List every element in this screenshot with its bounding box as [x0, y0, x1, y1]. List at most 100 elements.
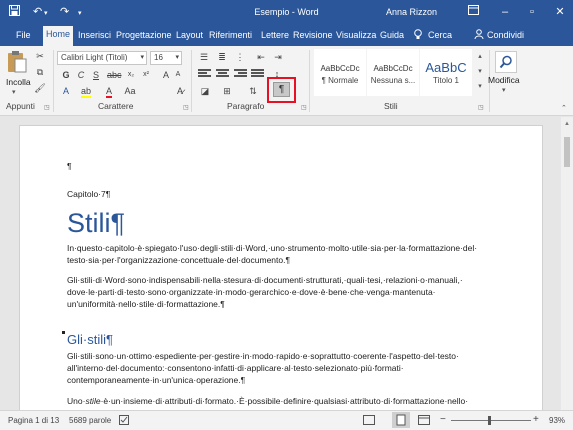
minimize-icon[interactable]: – — [495, 4, 515, 20]
paste-button[interactable]: Incolla — [6, 77, 31, 87]
ribbon-home: Incolla ▾ ✂ ⧉ 🖌 Appunti ◳ Calibri Light … — [0, 46, 573, 116]
zoom-out-icon[interactable]: − — [440, 414, 446, 425]
underline-icon[interactable]: S — [89, 68, 103, 82]
empty-paragraph-mark: ¶ — [67, 161, 72, 171]
subscript-icon[interactable]: x₂ — [124, 68, 138, 82]
bullets-icon[interactable]: ☰ — [197, 50, 211, 64]
tab-references[interactable]: Riferimenti — [209, 29, 252, 42]
style-preview: AaBbCcDc — [373, 64, 413, 73]
change-case-icon[interactable]: Aa — [123, 84, 137, 98]
chevron-down-icon[interactable]: ▾ — [502, 86, 506, 94]
dialog-launcher-icon[interactable]: ◳ — [478, 104, 484, 111]
dialog-launcher-icon[interactable]: ◳ — [44, 104, 50, 111]
text-run: Uno· — [67, 396, 86, 406]
chevron-down-icon[interactable]: ▾ — [175, 52, 179, 64]
style-normal[interactable]: AaBbCcDc ¶ Normale — [314, 49, 366, 96]
zoom-slider[interactable] — [451, 420, 531, 421]
font-color-icon[interactable]: A — [102, 84, 116, 98]
increase-indent-icon[interactable]: ⇥ — [271, 50, 285, 64]
ribbon-display-icon[interactable] — [463, 4, 483, 20]
zoom-level[interactable]: 93% — [549, 416, 565, 425]
bold-icon[interactable]: G — [59, 68, 73, 82]
web-layout-icon[interactable] — [418, 415, 430, 427]
styles-scroll-icon[interactable]: ▴ ▾ ▾ — [474, 49, 486, 96]
tab-mailings[interactable]: Lettere — [261, 29, 289, 42]
zoom-slider-thumb[interactable] — [488, 416, 491, 425]
cut-icon[interactable]: ✂ — [33, 49, 47, 63]
chapter-line: Capitolo·7¶ — [67, 189, 111, 199]
style-name: Nessuna s... — [370, 76, 416, 85]
font-size-dropdown[interactable]: 16 ▾ — [150, 51, 182, 65]
paste-dropdown-icon[interactable]: ▾ — [12, 88, 16, 96]
text-run: ·è·un·insieme·di·attributi·di·formato.·È… — [100, 396, 469, 406]
align-right-icon[interactable] — [234, 69, 247, 80]
paragraph-line: all'interno·del·documento:·consentono·in… — [67, 363, 404, 373]
align-center-icon[interactable] — [216, 69, 229, 80]
clipboard-group-label: Appunti — [6, 101, 35, 111]
tab-help[interactable]: Guida — [380, 29, 404, 42]
justify-icon[interactable] — [251, 69, 264, 80]
scroll-up-icon[interactable]: ▲ — [564, 121, 570, 127]
word-window: { "titlebar":{"title":"Esempio - Word","… — [0, 0, 573, 430]
tab-home[interactable]: Home — [43, 26, 74, 46]
scrollbar-thumb[interactable] — [564, 137, 570, 167]
style-no-spacing[interactable]: AaBbCcDc Nessuna s... — [367, 49, 419, 96]
sort-icon[interactable]: ⇅ — [246, 84, 260, 98]
font-size-value: 16 — [154, 53, 163, 62]
strikethrough-icon[interactable]: abc — [107, 68, 122, 82]
shading-icon[interactable]: ◪ — [198, 84, 212, 98]
share-button[interactable]: Condividi — [487, 29, 524, 42]
chevron-down-icon[interactable]: ▾ — [140, 52, 144, 64]
style-name: ¶ Normale — [321, 76, 359, 85]
lightbulb-icon — [414, 29, 422, 44]
style-name: Titolo 1 — [433, 76, 459, 85]
italic-icon[interactable]: C — [74, 68, 88, 82]
tab-view[interactable]: Visualizza — [336, 29, 376, 42]
proofing-icon[interactable] — [119, 415, 130, 427]
dialog-launcher-icon[interactable]: ◳ — [183, 104, 189, 111]
paragraph-line: dove·le·parti·di·testo·sono·organizzate·… — [67, 287, 436, 297]
tab-design[interactable]: Progettazione — [116, 29, 172, 42]
clear-formatting-icon[interactable]: A̷ — [173, 84, 187, 98]
keep-with-next-marker — [62, 331, 65, 334]
page[interactable]: ¶ Capitolo·7¶ Stili¶ In·questo·capitolo·… — [19, 125, 543, 425]
copy-icon[interactable]: ⧉ — [33, 65, 47, 79]
print-layout-view-icon[interactable] — [392, 412, 410, 428]
vertical-scrollbar[interactable]: ▲ — [561, 117, 573, 410]
clipboard-paste-icon[interactable] — [6, 50, 28, 73]
numbering-icon[interactable]: ≣ — [215, 50, 229, 64]
dialog-launcher-icon[interactable]: ◳ — [301, 104, 307, 111]
multilevel-list-icon[interactable]: ⋮ — [233, 50, 247, 64]
align-left-icon[interactable] — [198, 69, 211, 80]
borders-icon[interactable]: ⊞ — [220, 84, 234, 98]
user-name[interactable]: Anna Rizzon — [386, 7, 437, 17]
superscript-icon[interactable]: x² — [139, 68, 153, 82]
shrink-font-icon[interactable]: A — [171, 68, 185, 82]
format-painter-icon[interactable]: 🖌 — [33, 81, 47, 95]
font-name-dropdown[interactable]: Calibri Light (Titoli) ▾ — [57, 51, 147, 65]
share-icon — [474, 29, 484, 43]
close-icon[interactable]: ✕ — [550, 4, 570, 20]
focus-mode-icon[interactable] — [363, 415, 375, 427]
highlight-icon[interactable]: ab — [79, 84, 93, 98]
show-hide-marks-button[interactable]: ¶ — [273, 82, 290, 97]
collapse-ribbon-icon[interactable]: ⌃ — [561, 104, 567, 112]
zoom-in-icon[interactable]: + — [533, 414, 539, 425]
word-count[interactable]: 5689 parole — [69, 416, 111, 425]
styles-group-label: Stili — [384, 101, 398, 111]
search-icon[interactable] — [495, 51, 517, 73]
tell-me-search[interactable]: Cerca — [428, 29, 452, 42]
style-preview: AaBbCcDc — [320, 64, 360, 73]
text-effects-icon[interactable]: A — [59, 84, 73, 98]
tab-layout[interactable]: Layout — [176, 29, 203, 42]
tab-review[interactable]: Revisione — [293, 29, 333, 42]
tab-insert[interactable]: Inserisci — [78, 29, 111, 42]
separator — [53, 50, 54, 112]
edit-button[interactable]: Modifica — [488, 75, 520, 85]
style-heading-1[interactable]: AaBbC Titolo 1 — [420, 49, 472, 96]
decrease-indent-icon[interactable]: ⇤ — [254, 50, 268, 64]
restore-icon[interactable]: ▫ — [522, 4, 542, 20]
page-count[interactable]: Pagina 1 di 13 — [8, 416, 59, 425]
italic-text-run: stile — [85, 396, 101, 406]
tab-file[interactable]: File — [16, 29, 31, 42]
